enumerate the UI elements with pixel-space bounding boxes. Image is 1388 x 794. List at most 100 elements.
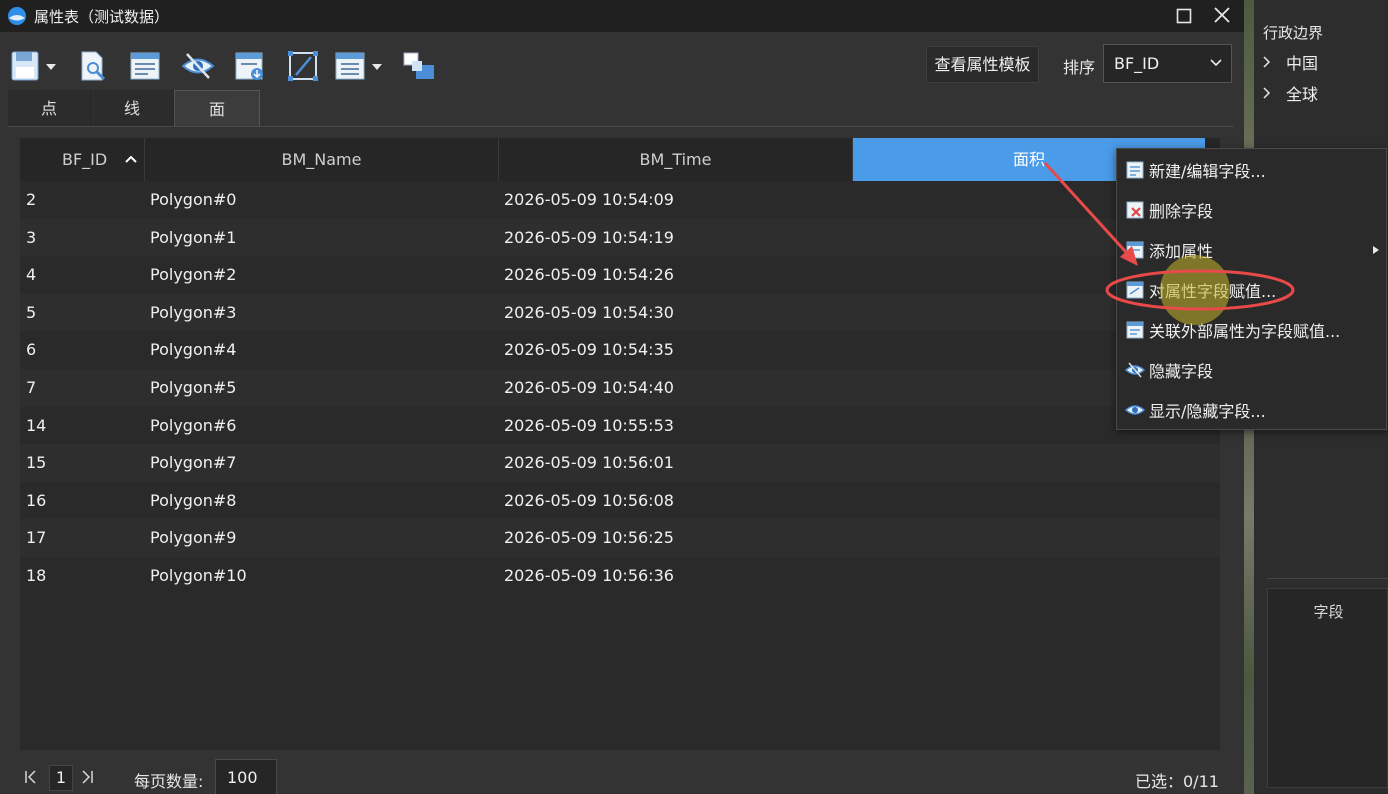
- cell-bf-id: 3: [26, 227, 37, 247]
- close-icon[interactable]: [1213, 6, 1231, 24]
- cell-bm-time: 2026-05-09 10:56:25: [504, 528, 674, 548]
- per-page-label: 每页数量:: [134, 772, 204, 791]
- tab-polygon[interactable]: 面: [174, 90, 260, 127]
- hide-eye-icon[interactable]: [181, 48, 215, 84]
- app-logo-icon: [8, 7, 26, 25]
- tab-divider: [8, 126, 1234, 127]
- cell-bm-name: Polygon#5: [150, 377, 237, 397]
- search-doc-icon[interactable]: [78, 48, 112, 84]
- cell-bf-id: 15: [26, 453, 47, 473]
- sort-select[interactable]: BF_ID: [1103, 44, 1232, 83]
- table-row[interactable]: 16 Polygon#8 2026-05-09 10:56:08: [20, 481, 1220, 520]
- show-hide-field-icon: [1125, 405, 1145, 415]
- submenu-arrow-icon: [1373, 246, 1379, 254]
- menu-item-label: 关联外部属性为字段赋值...: [1149, 322, 1341, 341]
- cursor-highlight: [1160, 255, 1230, 325]
- cell-bm-name: Polygon#2: [150, 265, 237, 285]
- table-row[interactable]: 17 Polygon#9 2026-05-09 10:56:25: [20, 519, 1220, 557]
- tab-line[interactable]: 线: [91, 90, 174, 127]
- delete-field-icon: [1126, 201, 1144, 219]
- table-row[interactable]: 6 Polygon#4 2026-05-09 10:54:35: [20, 331, 1220, 369]
- column-header-bm-time[interactable]: BM_Time: [499, 138, 853, 181]
- table-form-icon[interactable]: [128, 48, 162, 84]
- menu-item-assign-value[interactable]: 对属性字段赋值...: [1117, 270, 1386, 310]
- layers-icon[interactable]: [402, 48, 436, 84]
- table-row[interactable]: 3 Polygon#1 2026-05-09 10:54:19: [20, 218, 1220, 257]
- menu-item-link-external[interactable]: 关联外部属性为字段赋值...: [1117, 310, 1386, 350]
- cell-bf-id: 2: [26, 190, 37, 209]
- cell-bm-name: Polygon#6: [150, 415, 237, 435]
- sort-ascending-icon: [125, 155, 137, 163]
- cell-bm-name: Polygon#8: [150, 490, 237, 510]
- tree-item-china[interactable]: 中国: [1262, 50, 1318, 74]
- current-page[interactable]: 1: [49, 765, 73, 791]
- menu-item-hide-field[interactable]: 隐藏字段: [1117, 350, 1386, 390]
- tab-point[interactable]: 点: [8, 90, 91, 127]
- cell-bf-id: 5: [26, 302, 37, 322]
- selected-count: 已选：0/11: [1135, 772, 1219, 791]
- menu-item-label: 隐藏字段: [1149, 362, 1214, 381]
- last-page-icon[interactable]: [80, 769, 94, 785]
- admin-boundary-title: 行政边界: [1263, 24, 1324, 42]
- panel-divider: [1267, 578, 1388, 579]
- attribute-table-window: 属性表（测试数据） 查看属性模板 排序 BF_ID 点 线 面 BF_ID BM…: [0, 0, 1244, 794]
- field-panel: 字段: [1267, 588, 1388, 788]
- cell-bm-time: 2026-05-09 10:54:35: [504, 340, 674, 360]
- cell-bf-id: 7: [26, 377, 37, 397]
- per-page-input[interactable]: 100: [215, 759, 277, 794]
- cell-bf-id: 14: [26, 415, 47, 435]
- cell-bm-time: 2026-05-09 10:54:30: [504, 302, 674, 322]
- table-row[interactable]: 2 Polygon#0 2026-05-09 10:54:09: [20, 181, 1220, 219]
- cell-bf-id: 18: [26, 565, 47, 585]
- chevron-right-icon: [1263, 56, 1271, 68]
- geometry-tabs: 点 线 面: [8, 90, 260, 127]
- table-row[interactable]: 15 Polygon#7 2026-05-09 10:56:01: [20, 444, 1220, 482]
- menu-item-label: 显示/隐藏字段...: [1149, 402, 1266, 421]
- window-title: 属性表（测试数据）: [34, 7, 170, 26]
- sort-label: 排序: [1063, 58, 1096, 77]
- menu-item-new-field[interactable]: 新建/编辑字段...: [1117, 150, 1386, 190]
- menu-item-show-hide-field[interactable]: 显示/隐藏字段...: [1117, 390, 1386, 430]
- table-row[interactable]: 5 Polygon#3 2026-05-09 10:54:30: [20, 293, 1220, 332]
- column-header-bf-id[interactable]: BF_ID: [20, 138, 145, 181]
- save-icon[interactable]: [10, 48, 56, 84]
- cell-bm-name: Polygon#7: [150, 453, 237, 473]
- cell-bf-id: 16: [26, 490, 47, 510]
- sort-select-value: BF_ID: [1114, 54, 1160, 73]
- cell-bm-name: Polygon#0: [150, 190, 237, 209]
- maximize-icon[interactable]: [1176, 8, 1192, 24]
- menu-item-delete-field[interactable]: 删除字段: [1117, 190, 1386, 230]
- first-page-icon[interactable]: [24, 769, 38, 785]
- export-icon[interactable]: [233, 48, 267, 84]
- cell-bm-time: 2026-05-09 10:55:53: [504, 415, 674, 435]
- cell-bm-time: 2026-05-09 10:56:08: [504, 490, 674, 510]
- column-header-label: BF_ID: [62, 150, 108, 169]
- cell-bm-time: 2026-05-09 10:54:40: [504, 377, 674, 397]
- cell-bm-time: 2026-05-09 10:54:26: [504, 265, 674, 285]
- cell-bm-name: Polygon#4: [150, 340, 237, 360]
- field-panel-title: 字段: [1313, 603, 1344, 621]
- cell-bf-id: 6: [26, 340, 37, 360]
- title-bar: 属性表（测试数据）: [0, 0, 1244, 32]
- assign-value-icon: [1126, 281, 1144, 299]
- table-row[interactable]: 14 Polygon#6 2026-05-09 10:55:53: [20, 406, 1220, 445]
- cell-bm-name: Polygon#10: [150, 565, 247, 585]
- list-menu-icon[interactable]: [334, 48, 382, 84]
- cell-bm-time: 2026-05-09 10:54:19: [504, 227, 674, 247]
- tree-item-label: 全球: [1286, 85, 1319, 104]
- table-row[interactable]: 4 Polygon#2 2026-05-09 10:54:26: [20, 256, 1220, 294]
- table-row[interactable]: 7 Polygon#5 2026-05-09 10:54:40: [20, 368, 1220, 407]
- cell-bm-time: 2026-05-09 10:56:36: [504, 565, 674, 585]
- column-header-bm-name[interactable]: BM_Name: [145, 138, 499, 181]
- edit-frame-icon[interactable]: [286, 48, 320, 84]
- add-attribute-icon: [1126, 241, 1144, 259]
- hide-field-icon: [1125, 362, 1145, 378]
- chevron-down-icon: [1210, 59, 1222, 67]
- view-attribute-template-button[interactable]: 查看属性模板: [926, 46, 1039, 83]
- menu-item-label: 删除字段: [1149, 202, 1214, 221]
- tree-item-global[interactable]: 全球: [1262, 81, 1318, 105]
- table-row[interactable]: 18 Polygon#10 2026-05-09 10:56:36: [20, 556, 1220, 595]
- cell-bm-time: 2026-05-09 10:54:09: [504, 190, 674, 209]
- cell-bm-name: Polygon#3: [150, 302, 237, 322]
- menu-item-add-attribute[interactable]: 添加属性: [1117, 230, 1386, 270]
